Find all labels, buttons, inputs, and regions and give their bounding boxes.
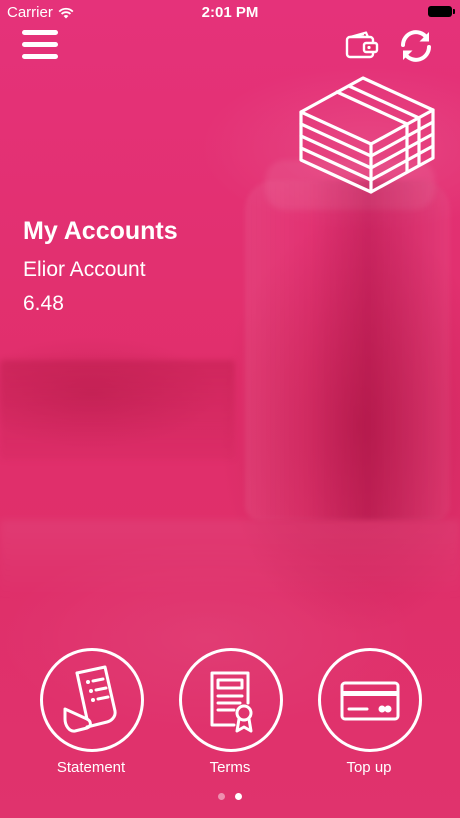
background-slab	[0, 360, 235, 460]
page-dot[interactable]	[235, 793, 242, 800]
menu-bar-bottom	[22, 54, 58, 59]
page-title: My Accounts	[23, 217, 178, 245]
background-jar	[245, 180, 450, 520]
statement-label: Statement	[56, 759, 126, 776]
credit-card-icon	[340, 681, 400, 721]
terms-label: Terms	[209, 759, 251, 776]
terms-button[interactable]: Terms	[165, 648, 295, 778]
receipt-icon	[63, 665, 117, 733]
background-table	[0, 520, 460, 600]
menu-bar-middle	[22, 42, 58, 47]
account-name: Elior Account	[23, 258, 146, 281]
menu-bar-top	[22, 30, 58, 35]
account-balance: 6.48	[23, 292, 64, 315]
page-dot[interactable]	[218, 793, 225, 800]
terms-button-circle	[179, 648, 283, 752]
statement-button-circle	[40, 648, 144, 752]
top-up-label: Top up	[346, 759, 392, 776]
clock: 2:01 PM	[201, 4, 259, 21]
status-bar: Carrier 2:01 PM	[0, 0, 460, 24]
refresh-icon[interactable]	[398, 29, 434, 63]
hamburger-menu-icon[interactable]	[22, 30, 58, 60]
money-stack-icon	[299, 76, 435, 194]
battery-icon	[428, 6, 455, 17]
app-screen: Carrier 2:01 PM My Accounts Elior Accoun…	[0, 0, 460, 818]
page-indicator	[0, 793, 460, 801]
top-up-button[interactable]: Top up	[304, 648, 434, 778]
wallet-icon[interactable]	[345, 30, 379, 60]
certificate-document-icon	[210, 671, 253, 733]
top-up-button-circle	[318, 648, 422, 752]
statement-button[interactable]: Statement	[26, 648, 156, 778]
